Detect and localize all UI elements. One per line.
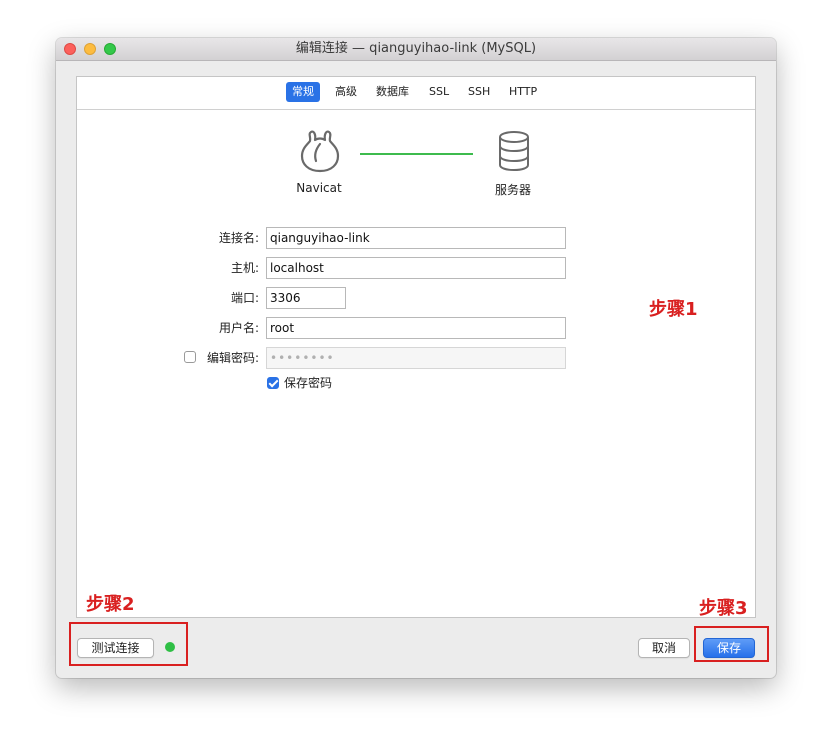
settings-tab-bar: 常规 高级 数据库 SSL SSH HTTP xyxy=(77,77,755,110)
step3-annotation: 步骤3 xyxy=(699,598,748,619)
tab-ssl[interactable]: SSL xyxy=(423,82,455,102)
step2-annotation: 步骤2 xyxy=(86,594,135,615)
title-bar[interactable]: 编辑连接 — qianguyihao-link (MySQL) xyxy=(56,38,776,61)
port-input[interactable] xyxy=(266,287,346,309)
connection-line xyxy=(360,153,473,155)
connection-settings-panel: 常规 高级 数据库 SSL SSH HTTP Navicat 服务器 连接名: … xyxy=(76,76,756,618)
save-password-checkbox[interactable] xyxy=(267,377,279,389)
edit-connection-window: 编辑连接 — qianguyihao-link (MySQL) 常规 高级 数据… xyxy=(56,38,776,678)
username-label: 用户名: xyxy=(218,321,259,335)
host-input[interactable] xyxy=(266,257,566,279)
tab-http[interactable]: HTTP xyxy=(503,82,543,102)
connection-name-input[interactable] xyxy=(266,227,566,249)
step2-highlight-box xyxy=(69,622,188,666)
port-label: 端口: xyxy=(230,291,259,305)
save-password-label: 保存密码 xyxy=(284,376,333,390)
server-label: 服务器 xyxy=(494,183,531,197)
step3-highlight-box xyxy=(694,626,769,662)
database-server-icon xyxy=(499,131,529,172)
tab-advanced[interactable]: 高级 xyxy=(329,82,363,102)
navicat-logo-icon xyxy=(300,130,340,173)
password-field: •••••••• xyxy=(266,347,566,369)
tab-ssh[interactable]: SSH xyxy=(462,82,496,102)
tab-general[interactable]: 常规 xyxy=(286,82,320,102)
window-title: 编辑连接 — qianguyihao-link (MySQL) xyxy=(295,41,537,56)
tab-databases[interactable]: 数据库 xyxy=(370,82,415,102)
username-input[interactable] xyxy=(266,317,566,339)
connection-name-label: 连接名: xyxy=(218,231,259,245)
navicat-label: Navicat xyxy=(296,181,342,195)
step1-annotation: 步骤1 xyxy=(649,299,698,320)
cancel-button[interactable]: 取消 xyxy=(638,638,690,658)
host-label: 主机: xyxy=(230,261,259,275)
edit-password-label: 编辑密码: xyxy=(206,351,259,365)
